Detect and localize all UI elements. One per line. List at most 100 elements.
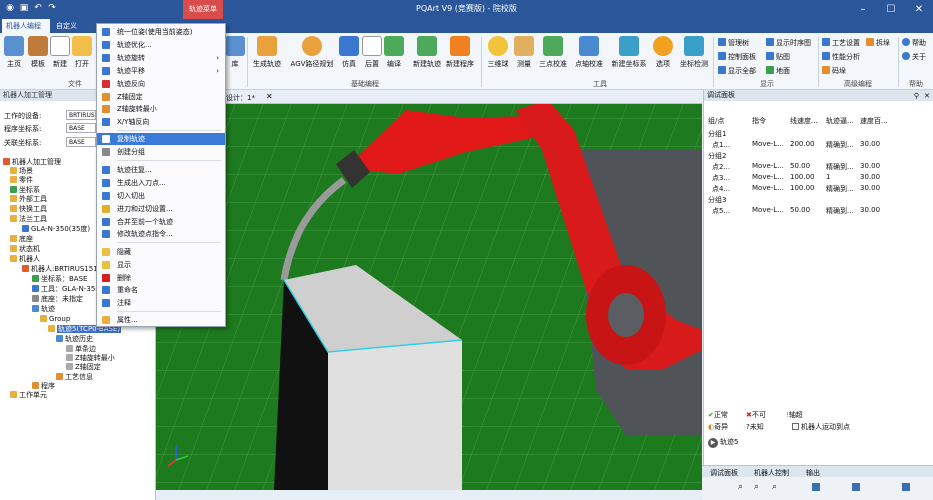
point-row[interactable]: 点4... — [712, 184, 730, 194]
tree-item-group[interactable]: Group — [40, 315, 70, 324]
menu-generate-entry[interactable]: 生成出入刀点... — [97, 177, 225, 189]
open-button[interactable]: 打开 — [70, 36, 94, 69]
tree-item-parts[interactable]: 零件 — [10, 176, 33, 185]
tree-item-gla-tool[interactable]: GLA-N-350(35度) — [22, 225, 90, 234]
pin-icon[interactable]: ⚲ — [914, 92, 919, 100]
process-settings-button[interactable]: 工艺设置 — [822, 38, 860, 49]
menu-feed-overcut[interactable]: 进刀和过切设置... — [97, 203, 225, 215]
menu-delete[interactable]: 删除 — [97, 272, 225, 284]
point-row[interactable]: 点5... — [712, 206, 730, 216]
timing-chart-button[interactable]: 显示时序图 — [766, 38, 811, 49]
tree-item-scene[interactable]: 场景 — [10, 167, 33, 176]
about-button[interactable]: 关于 — [902, 52, 926, 63]
program-coord-select[interactable]: BASE — [66, 123, 96, 133]
tree-item-single-edge[interactable]: 单条边 — [66, 345, 96, 354]
measure-button[interactable]: 测量 — [512, 36, 536, 69]
menu-comment[interactable]: 注释 — [97, 297, 225, 309]
view-cube-icon[interactable] — [812, 483, 820, 491]
close-tab-icon[interactable]: ✕ — [266, 92, 273, 101]
tree-item-trajectory[interactable]: 轨迹 — [32, 305, 55, 314]
menu-properties[interactable]: 属性... — [97, 314, 225, 326]
menu-hide[interactable]: 隐藏 — [97, 246, 225, 258]
menu-xy-reverse[interactable]: X/Y轴反向 — [97, 116, 225, 128]
menu-trajectory-reciprocate[interactable]: 轨迹往复... — [97, 164, 225, 176]
menu-trajectory-reverse[interactable]: 轨迹反向 — [97, 78, 225, 90]
close-icon[interactable]: ✕ — [905, 0, 933, 19]
help-button[interactable]: 帮助 — [902, 38, 926, 49]
view-front-icon[interactable] — [852, 483, 860, 491]
menu-trajectory-rotate[interactable]: 轨迹旋转 › — [97, 52, 225, 64]
tree-item-process-info[interactable]: 工艺信息 — [56, 373, 93, 382]
3d-ball-button[interactable]: 三维球 — [484, 36, 512, 69]
compile-button[interactable]: 编译 — [382, 36, 406, 69]
tree-item-robot-coord[interactable]: 坐标系：BASE — [32, 275, 87, 284]
robot-move-checkbox[interactable]: 机器人运动到点 — [792, 422, 850, 432]
device-select[interactable]: BRTIRUS — [66, 110, 96, 120]
menu-rename[interactable]: 重命名 — [97, 284, 225, 296]
zoom-icon[interactable]: ⌕ — [738, 482, 743, 492]
group-row[interactable]: 分组3 — [708, 195, 726, 205]
agv-path-button[interactable]: AGV路径规划 — [290, 36, 334, 69]
menu-trajectory-optimize[interactable]: 轨迹优化... — [97, 39, 225, 51]
3d-viewport[interactable] — [156, 90, 702, 490]
depalletize-button[interactable]: 拆垛 — [866, 38, 890, 49]
tree-item-program[interactable]: 程序 — [32, 382, 55, 391]
menu-unify-pose[interactable]: 统一位姿(使用当前姿态) — [97, 26, 225, 38]
maximize-icon[interactable]: ☐ — [877, 0, 905, 19]
tree-item-z-fixed[interactable]: Z轴固定 — [66, 363, 101, 372]
track-play[interactable]: ▶ 轨迹5 — [708, 437, 738, 448]
texture-button[interactable]: 贴图 — [766, 52, 790, 63]
tree-item-coordinate[interactable]: 坐标系 — [10, 186, 40, 195]
menu-z-rotate-min[interactable]: Z轴旋转最小 — [97, 103, 225, 115]
tree-item-state-machine[interactable]: 状态机 — [10, 245, 40, 254]
menu-modify-point-cmd[interactable]: 修改轨迹点指令... — [97, 228, 225, 240]
three-point-calibrate-button[interactable]: 三点校准 — [536, 36, 570, 69]
tree-item-history[interactable]: 轨迹历史 — [56, 335, 93, 344]
search-icon[interactable]: ⌕ — [772, 482, 777, 492]
post-process-button[interactable]: 后置 — [360, 36, 384, 69]
tree-item-root[interactable]: 机器人加工管理 — [3, 158, 61, 167]
tree-item-robot-model[interactable]: 机器人:BRTIRUS1510A — [22, 265, 107, 274]
menu-copy-trajectory[interactable]: 复制轨迹 — [97, 133, 225, 145]
minimize-icon[interactable]: – — [849, 0, 877, 19]
ground-button[interactable]: 地面 — [766, 66, 790, 77]
generate-trajectory-button[interactable]: 生成轨迹 — [250, 36, 284, 69]
group-row[interactable]: 分组1 — [708, 129, 726, 139]
menu-z-fixed[interactable]: Z轴固定 — [97, 91, 225, 103]
tree-item-z-rotate-min[interactable]: Z轴旋转最小 — [66, 354, 115, 363]
panel-close-icon[interactable]: ✕ — [924, 92, 930, 100]
new-trajectory-button[interactable]: 新建轨迹 — [410, 36, 444, 69]
menu-cut-in-out[interactable]: 切入切出 — [97, 190, 225, 202]
menu-merge-previous[interactable]: 合并至前一个轨迹 — [97, 216, 225, 228]
library-button[interactable]: 库 — [224, 36, 246, 69]
performance-button[interactable]: 性能分析 — [822, 52, 860, 63]
tree-item-quick-change[interactable]: 快换工具 — [10, 205, 47, 214]
new-program-button[interactable]: 新建程序 — [442, 36, 478, 69]
simulate-button[interactable]: 仿真 — [336, 36, 362, 69]
options-button[interactable]: 选项 — [650, 36, 676, 69]
assoc-coord-select[interactable]: BASE — [66, 137, 96, 147]
tree-item-work-cell[interactable]: 工作单元 — [10, 391, 47, 400]
new-coordinate-button[interactable]: 新建坐标系 — [606, 36, 652, 69]
manage-tree-button[interactable]: 管理树 — [718, 38, 749, 49]
menu-trajectory-translate[interactable]: 轨迹平移 › — [97, 65, 225, 77]
view-iso-icon[interactable] — [902, 483, 910, 491]
point-axis-calibrate-button[interactable]: 点轴校准 — [572, 36, 606, 69]
tree-item-flange-tool[interactable]: 法兰工具 — [10, 215, 47, 224]
tree-item-external-tool[interactable]: 外部工具 — [10, 195, 47, 204]
tab-design[interactable]: 设计：1* — [226, 93, 255, 103]
group-row[interactable]: 分组2 — [708, 151, 726, 161]
point-row[interactable]: 点2... — [712, 162, 730, 172]
point-row[interactable]: 点3... — [712, 173, 730, 183]
show-all-button[interactable]: 显示全部 — [718, 66, 756, 77]
tree-item-robot-tool[interactable]: 工具：GLA-N-350( — [32, 285, 103, 294]
point-row[interactable]: 点1... — [712, 140, 730, 150]
control-panel-button[interactable]: 控制面板 — [718, 52, 756, 63]
tab-custom[interactable]: 自定义 — [52, 19, 82, 33]
tree-item-robot-base[interactable]: 底座：未指定 — [32, 295, 83, 304]
tree-item-robot[interactable]: 机器人 — [10, 255, 40, 264]
menu-create-group[interactable]: 创建分组 — [97, 146, 225, 158]
tree-item-base[interactable]: 底座 — [10, 235, 33, 244]
zoom-out-icon[interactable]: ⌕ — [754, 482, 759, 492]
new-button[interactable]: 新建 — [48, 36, 72, 69]
